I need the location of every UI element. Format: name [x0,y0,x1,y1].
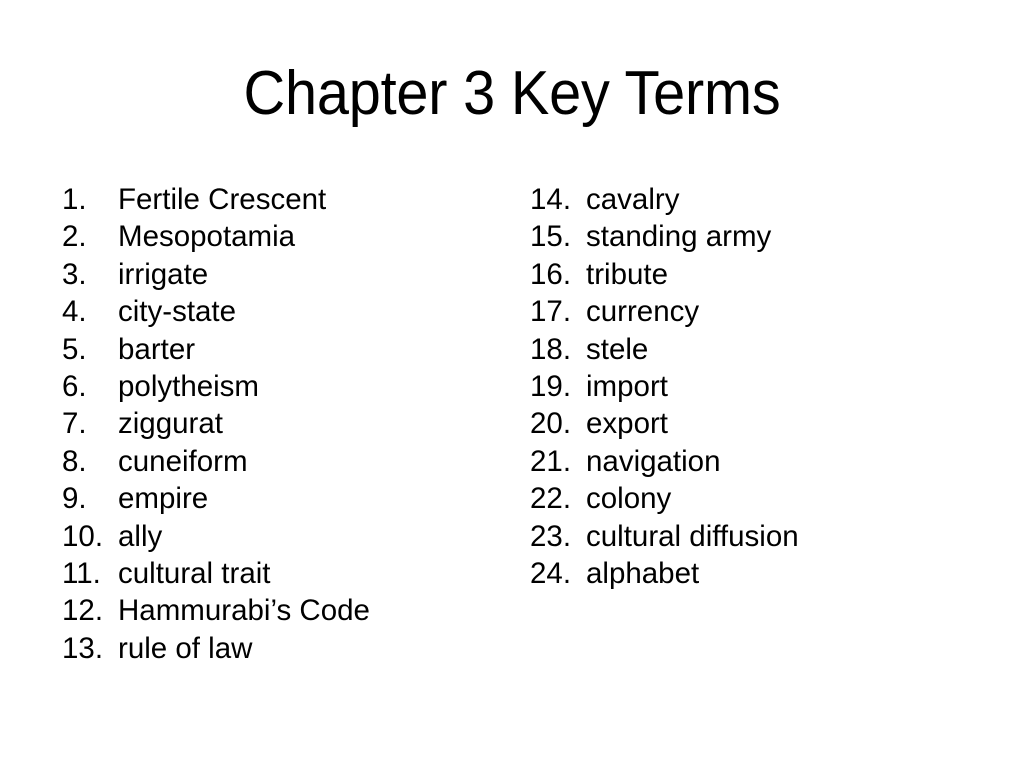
list-item: 1. Fertile Crescent [62,181,492,218]
list-item-label: navigation [586,444,721,478]
list-item-label: polytheism [118,369,260,403]
list-item-number: 15. [530,220,572,254]
list-item-label: Hammurabi’s Code [118,594,370,628]
list-item-number: 17. [530,295,572,329]
list-item-label: barter [118,332,196,366]
list-item: 22. colony [530,480,960,517]
list-item-number: 23. [530,519,572,553]
list-item-number: 2. [62,220,87,254]
list-item-label: alphabet [586,556,700,590]
list-item: 23. cultural diffusion [530,518,960,555]
list-item: 7. ziggurat [62,405,492,442]
list-item: 6. polytheism [62,368,492,405]
list-item-number: 8. [62,444,87,478]
list-item-number: 3. [62,257,87,291]
list-item: 4. city-state [62,293,492,330]
list-item: 9. empire [62,480,492,517]
list-item-number: 14. [530,183,572,216]
key-terms-right-column: 14. cavalry 15. standing army 16. tribute 17. c… [530,181,960,592]
list-item: 13. rule of law [62,630,492,667]
list-item-number: 10. [62,519,104,553]
list-item-number: 4. [62,295,87,329]
list-item: 18. stele [530,331,960,368]
list-item-label: stele [586,332,649,366]
list-item-number: 19. [530,369,572,403]
list-item-label: Fertile Crescent [118,183,327,216]
list-item: 16. tribute [530,256,960,293]
list-item: 14. cavalry [530,181,960,218]
list-item-label: colony [586,482,672,516]
list-item: 8. cuneiform [62,443,492,480]
list-item: 5. barter [62,331,492,368]
slide-canvas: Chapter 3 Key Terms 1. Fertile Crescent 2.… [0,0,1024,768]
list-item-number: 22. [530,482,572,516]
list-item-label: currency [586,295,700,329]
list-item: 11. cultural trait [62,555,492,592]
list-item-label: cavalry [586,183,680,216]
list-item-number: 9. [62,482,87,516]
list-item-label: rule of law [118,631,253,665]
list-item: 2. Mesopotamia [62,218,492,255]
list-item-label: irrigate [118,257,209,291]
list-item-label: cultural diffusion [586,519,799,553]
list-item-number: 1. [62,183,87,216]
list-item: 17. currency [530,293,960,330]
list-item-label: cuneiform [118,444,248,478]
list-item: 10. ally [62,518,492,555]
list-item-label: import [586,369,668,403]
list-item-label: city-state [118,295,237,329]
list-item-number: 16. [530,257,572,291]
list-item: 21. navigation [530,443,960,480]
list-item: 12. Hammurabi’s Code [62,592,492,629]
list-item-label: standing army [586,220,772,254]
list-item-label: cultural trait [118,556,271,590]
list-item-number: 24. [530,556,572,590]
list-item: 24. alphabet [530,555,960,592]
list-item-number: 21. [530,444,572,478]
list-item-number: 5. [62,332,87,366]
list-item-label: tribute [586,257,668,291]
list-item: 3. irrigate [62,256,492,293]
list-item-label: ziggurat [118,407,223,441]
list-item-number: 18. [530,332,572,366]
list-item-number: 11. [62,556,101,590]
list-item: 15. standing army [530,218,960,255]
list-item-number: 13. [62,631,104,665]
list-item-label: export [586,407,668,441]
key-terms-left-column: 1. Fertile Crescent 2. Mesopotamia 3. irrigat… [62,181,492,667]
list-item: 20. export [530,405,960,442]
list-item: 19. import [530,368,960,405]
page-title: Chapter 3 Key Terms [243,59,781,128]
list-item-number: 12. [62,594,104,628]
list-item-number: 20. [530,407,572,441]
list-item-label: empire [118,482,209,516]
list-item-label: ally [118,519,163,553]
list-item-label: Mesopotamia [118,220,296,254]
list-item-number: 7. [62,407,87,441]
list-item-number: 6. [62,369,87,403]
